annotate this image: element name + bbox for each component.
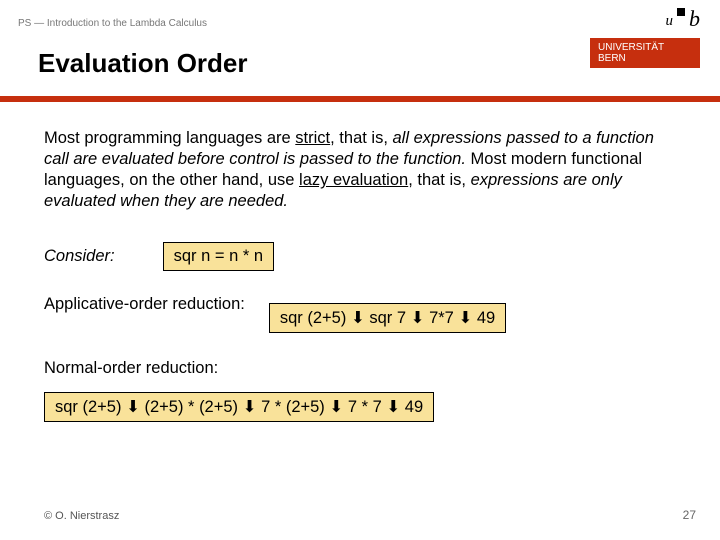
arrow-icon: ⬇ <box>126 398 140 416</box>
logo-line2: BERN <box>598 53 694 64</box>
p1-seg2: , that is, <box>330 129 392 147</box>
app-step2: sqr 7 <box>369 309 406 327</box>
title-underline <box>0 96 720 102</box>
p1-lazy: lazy evaluation <box>299 171 408 189</box>
slide-body: Most programming languages are strict, t… <box>44 128 676 422</box>
codebox-applicative: sqr (2+5) ⬇ sqr 7 ⬇ 7*7 ⬇ 49 <box>269 303 506 333</box>
slide: PS — Introduction to the Lambda Calculus… <box>0 0 720 540</box>
arrow-icon: ⬇ <box>329 398 343 416</box>
p1-seg4: , that is, <box>408 171 470 189</box>
logo-letter-u: u <box>666 13 674 30</box>
title-block: Evaluation Order <box>38 48 603 96</box>
logo-area: u b UNIVERSITÄT BERN <box>590 6 700 68</box>
normal-box-wrap: sqr (2+5) ⬇ (2+5) * (2+5) ⬇ 7 * (2+5) ⬇ … <box>44 392 676 422</box>
header-course-label: PS — Introduction to the Lambda Calculus <box>18 18 207 29</box>
arrow-icon: ⬇ <box>458 309 472 327</box>
codebox-sqr-def: sqr n = n * n <box>163 242 274 271</box>
paragraph-1: Most programming languages are strict, t… <box>44 128 676 212</box>
arrow-icon: ⬇ <box>243 398 257 416</box>
codebox-normal: sqr (2+5) ⬇ (2+5) * (2+5) ⬇ 7 * (2+5) ⬇ … <box>44 392 434 422</box>
logo-ub: u b <box>590 6 700 32</box>
logo-letter-b: b <box>689 6 700 32</box>
norm-step3: 7 * (2+5) <box>261 398 325 416</box>
arrow-icon: ⬇ <box>351 309 365 327</box>
norm-step4: 7 * 7 <box>348 398 382 416</box>
footer-page-number: 27 <box>683 508 696 522</box>
norm-step5: 49 <box>405 398 423 416</box>
app-step4: 49 <box>477 309 495 327</box>
arrow-icon: ⬇ <box>411 309 425 327</box>
p1-seg1: Most programming languages are <box>44 129 295 147</box>
norm-step1: sqr (2+5) <box>55 398 121 416</box>
logo-line1: UNIVERSITÄT <box>598 42 694 53</box>
logo-square-icon <box>677 8 685 16</box>
consider-row: Consider: sqr n = n * n <box>44 242 676 271</box>
consider-label: Consider: <box>44 247 115 266</box>
applicative-label: Applicative-order reduction: <box>44 295 245 314</box>
arrow-icon: ⬇ <box>386 398 400 416</box>
p1-strict: strict <box>295 129 330 147</box>
normal-label: Normal-order reduction: <box>44 359 676 378</box>
app-step3: 7*7 <box>429 309 454 327</box>
norm-step2: (2+5) * (2+5) <box>145 398 239 416</box>
logo-university-label: UNIVERSITÄT BERN <box>590 38 700 68</box>
footer-copyright: © O. Nierstrasz <box>44 510 119 522</box>
slide-title: Evaluation Order <box>38 48 603 79</box>
app-step1: sqr (2+5) <box>280 309 346 327</box>
applicative-row: Applicative-order reduction: sqr (2+5) ⬇… <box>44 295 676 333</box>
